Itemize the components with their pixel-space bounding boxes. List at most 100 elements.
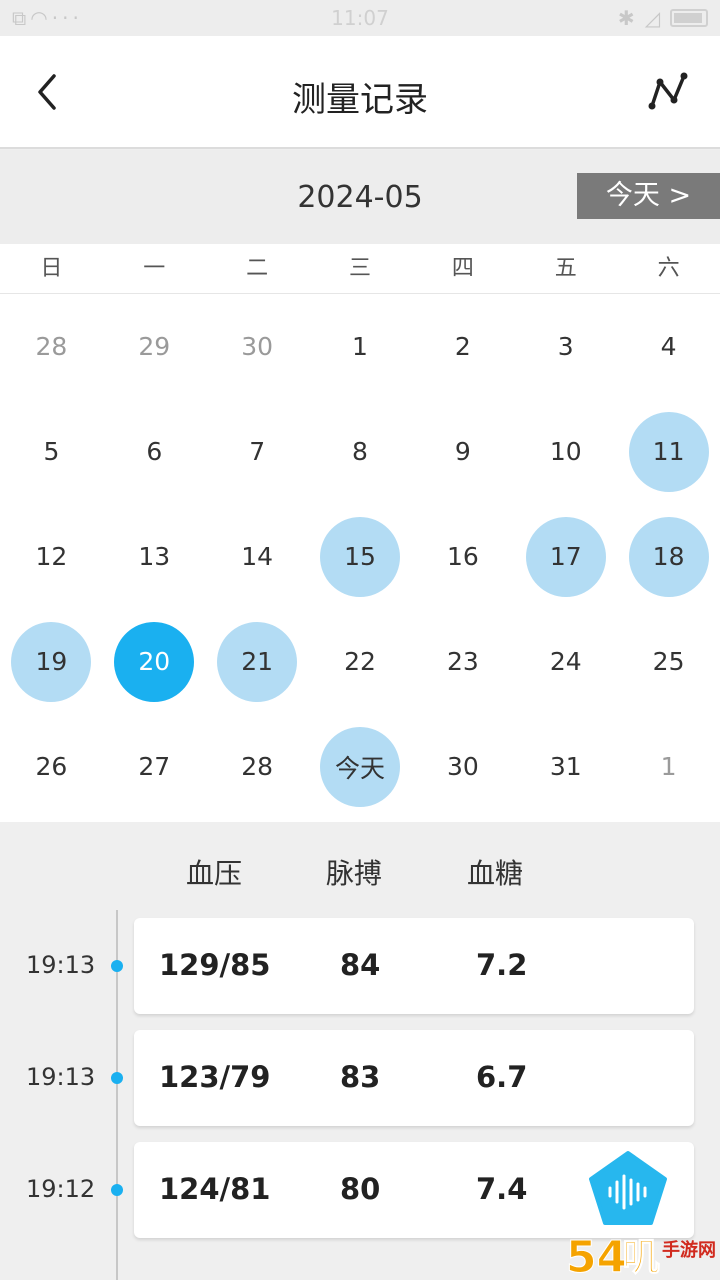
calendar-cell: 27 xyxy=(103,714,206,819)
calendar-day[interactable]: 4 xyxy=(629,307,709,387)
calendar-cell: 19 xyxy=(0,609,103,714)
weekday-tue: 二 xyxy=(246,256,269,281)
record-sugar: 7.2 xyxy=(476,948,528,982)
calendar-day[interactable]: 23 xyxy=(423,622,503,702)
calendar-cell: 5 xyxy=(0,399,103,504)
status-bar: ⧉◠··· 11:07 ✱ ◿ xyxy=(0,0,720,36)
header-blood-sugar: 血糖 xyxy=(467,857,524,890)
svg-text:54: 54 xyxy=(566,1232,627,1280)
calendar-grid: 28 29 30 1 2 3 4 5 6 7 8 9 10 11 12 13 14 15 16 17 18 19 20 21 2… xyxy=(0,294,720,822)
record-sugar: 7.4 xyxy=(476,1172,528,1206)
calendar-day[interactable]: 9 xyxy=(423,412,503,492)
calendar-day[interactable]: 1 xyxy=(629,727,709,807)
calendar-cell: 28 xyxy=(0,294,103,399)
calendar-cell: 16 xyxy=(411,504,514,609)
weekday-sat: 六 xyxy=(657,256,680,281)
status-right-icons: ✱ ◿ xyxy=(618,6,708,30)
calendar-day[interactable]: 15 xyxy=(320,516,400,597)
calendar-cell: 7 xyxy=(206,399,309,504)
calendar-day[interactable]: 19 xyxy=(11,621,92,702)
calendar-day[interactable]: 21 xyxy=(217,621,298,702)
calendar-day[interactable]: 25 xyxy=(629,622,709,702)
weekday-fri: 五 xyxy=(554,256,577,281)
calendar-day[interactable]: 5 xyxy=(11,412,91,492)
record-time: 19:13 xyxy=(26,951,96,979)
calendar-day[interactable]: 11 xyxy=(628,411,709,492)
calendar-day[interactable]: 30 xyxy=(217,307,297,387)
calendar-cell: 18 xyxy=(617,504,720,609)
record-card[interactable]: 123/79 83 6.7 xyxy=(134,1030,694,1126)
calendar-cell: 21 xyxy=(206,609,309,714)
header-blood-pressure: 血压 xyxy=(186,857,243,890)
calendar-day[interactable]: 27 xyxy=(114,727,194,807)
calendar-cell: 30 xyxy=(206,294,309,399)
calendar-day[interactable]: 今天 xyxy=(320,726,400,807)
calendar-day[interactable]: 26 xyxy=(11,727,91,807)
calendar-cell: 23 xyxy=(411,609,514,714)
calendar-day[interactable]: 22 xyxy=(320,622,400,702)
calendar-cell: 10 xyxy=(514,399,617,504)
record-card[interactable]: 129/85 84 7.2 xyxy=(134,918,694,1014)
records-header: 血压 脉搏 血糖 xyxy=(0,852,720,892)
calendar-day[interactable]: 29 xyxy=(114,307,194,387)
calendar-day[interactable]: 14 xyxy=(217,517,297,597)
calendar-cell: 13 xyxy=(103,504,206,609)
calendar-cell: 12 xyxy=(0,504,103,609)
calendar-cell: 14 xyxy=(206,504,309,609)
record-row: 19:13 129/85 84 7.2 xyxy=(0,918,720,1014)
site-logo-icon: 54 叽 手游网 xyxy=(566,1232,717,1280)
signal-icon: ◿ xyxy=(644,6,660,30)
weekday-thu: 四 xyxy=(451,256,474,281)
calendar-cell: 11 xyxy=(617,399,720,504)
today-button[interactable]: 今天 > xyxy=(577,173,720,219)
calendar-cell: 29 xyxy=(103,294,206,399)
calendar-day[interactable]: 10 xyxy=(526,412,606,492)
site-watermark: 54 叽 手游网 xyxy=(566,1228,720,1280)
calendar-day[interactable]: 3 xyxy=(526,307,606,387)
calendar-cell: 20 xyxy=(103,609,206,714)
calendar-week-row: 28 29 30 1 2 3 4 xyxy=(0,294,720,399)
calendar-day[interactable]: 8 xyxy=(320,412,400,492)
month-bar: 2024-05 今天 > xyxy=(0,150,720,244)
trend-icon[interactable] xyxy=(646,70,690,114)
calendar-cell: 6 xyxy=(103,399,206,504)
record-sugar: 6.7 xyxy=(476,1060,528,1094)
calendar-day[interactable]: 7 xyxy=(217,412,297,492)
calendar-day[interactable]: 24 xyxy=(526,622,606,702)
calendar-week-row: 12 13 14 15 16 17 18 xyxy=(0,504,720,609)
calendar-day[interactable]: 17 xyxy=(525,516,606,597)
bluetooth-icon: ✱ xyxy=(617,6,635,30)
calendar-cell: 1 xyxy=(617,714,720,819)
calendar-day-selected[interactable]: 20 xyxy=(114,621,195,702)
calendar-day[interactable]: 6 xyxy=(114,412,194,492)
calendar-day[interactable]: 1 xyxy=(320,307,400,387)
record-bp: 123/79 xyxy=(159,1060,271,1094)
navbar: 测量记录 xyxy=(0,36,720,149)
calendar-day[interactable]: 12 xyxy=(11,517,91,597)
calendar-cell: 2 xyxy=(411,294,514,399)
calendar-cell: 4 xyxy=(617,294,720,399)
header-pulse: 脉搏 xyxy=(326,857,383,890)
record-bp: 129/85 xyxy=(159,948,271,982)
calendar-week-row: 19 20 21 22 23 24 25 xyxy=(0,609,720,714)
calendar-week-row: 26 27 28 今天 30 31 1 xyxy=(0,714,720,819)
calendar-day[interactable]: 13 xyxy=(114,517,194,597)
calendar-day[interactable]: 2 xyxy=(423,307,503,387)
record-pulse: 84 xyxy=(340,948,381,982)
calendar-cell: 9 xyxy=(411,399,514,504)
record-time: 19:12 xyxy=(26,1175,96,1203)
svg-text:手游网: 手游网 xyxy=(662,1239,716,1261)
calendar-day[interactable]: 28 xyxy=(217,727,297,807)
calendar-day[interactable]: 30 xyxy=(423,727,503,807)
calendar-day[interactable]: 31 xyxy=(526,727,606,807)
calendar-cell: 8 xyxy=(309,399,412,504)
calendar-cell: 3 xyxy=(514,294,617,399)
calendar-day[interactable]: 16 xyxy=(423,517,503,597)
voice-wave-icon[interactable] xyxy=(588,1150,668,1226)
weekday-sun: 日 xyxy=(40,256,63,281)
record-row: 19:13 123/79 83 6.7 xyxy=(0,1030,720,1126)
record-bp: 124/81 xyxy=(159,1172,271,1206)
weekday-header: 日 一 二 三 四 五 六 xyxy=(0,244,720,294)
calendar-day[interactable]: 28 xyxy=(11,307,91,387)
calendar-day[interactable]: 18 xyxy=(628,516,709,597)
